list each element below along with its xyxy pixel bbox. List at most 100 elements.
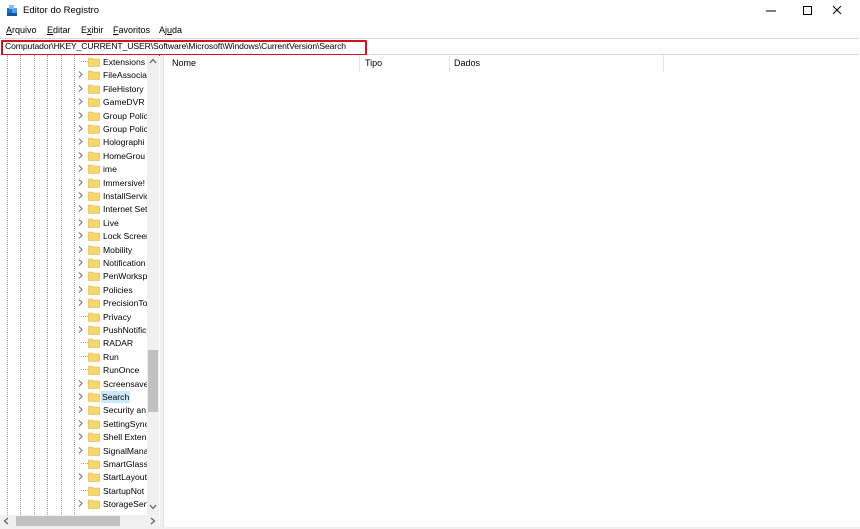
tree-item[interactable]: RunOnce xyxy=(0,363,148,376)
chevron-right-icon[interactable] xyxy=(77,124,84,133)
tree-item[interactable]: Search xyxy=(0,390,148,403)
column-separator[interactable] xyxy=(663,55,664,72)
chevron-right-icon[interactable] xyxy=(77,164,84,173)
tree-horizontal-scrollbar[interactable] xyxy=(0,515,159,527)
chevron-right-icon[interactable] xyxy=(77,258,84,267)
folder-icon xyxy=(88,191,100,201)
chevron-right-icon[interactable] xyxy=(77,446,84,455)
folder-icon xyxy=(88,151,100,161)
tree-item[interactable]: Run xyxy=(0,350,148,363)
tree-item[interactable]: Extensions xyxy=(0,55,148,68)
chevron-right-icon[interactable] xyxy=(77,325,84,334)
tree-item[interactable]: Shell Exten xyxy=(0,430,148,443)
chevron-right-icon[interactable] xyxy=(77,178,84,187)
tree-item[interactable]: GameDVR xyxy=(0,95,148,108)
tree-item[interactable]: Immersive! xyxy=(0,176,148,189)
tree-item[interactable]: SmartGlass xyxy=(0,457,148,470)
scroll-up-icon[interactable] xyxy=(149,58,157,64)
tree-item[interactable]: Privacy xyxy=(0,310,148,323)
values-pane[interactable]: Nome Tipo Dados xyxy=(163,55,860,527)
column-separator[interactable] xyxy=(449,55,450,72)
tree-item[interactable]: Policies xyxy=(0,283,148,296)
tree-vertical-scrollbar[interactable] xyxy=(147,55,159,515)
tree-item[interactable]: Notification xyxy=(0,256,148,269)
tree-item[interactable]: InstallServic xyxy=(0,189,148,202)
tree-connector xyxy=(81,355,88,357)
scroll-right-icon[interactable] xyxy=(150,517,156,525)
chevron-right-icon[interactable] xyxy=(77,204,84,213)
chevron-right-icon[interactable] xyxy=(77,472,84,481)
chevron-right-icon[interactable] xyxy=(77,499,84,508)
tree-item[interactable]: SignalMana xyxy=(0,444,148,457)
chevron-right-icon[interactable] xyxy=(77,111,84,120)
chevron-right-icon[interactable] xyxy=(77,137,84,146)
tree-item-label: GameDVR xyxy=(103,97,145,108)
chevron-right-icon[interactable] xyxy=(77,84,84,93)
menu-editar[interactable]: Editar xyxy=(47,25,71,35)
menu-bar: Arquivo Editar Exibir Favoritos Ajuda xyxy=(0,22,860,38)
chevron-right-icon[interactable] xyxy=(77,191,84,200)
tree-item[interactable]: FileAssocia xyxy=(0,68,148,81)
tree-item[interactable]: Lock Screer xyxy=(0,229,148,242)
horizontal-scroll-thumb[interactable] xyxy=(16,516,120,526)
scroll-left-icon[interactable] xyxy=(3,517,9,525)
tree-item[interactable]: Security an xyxy=(0,403,148,416)
tree-connector xyxy=(81,463,88,464)
tree-item[interactable]: Screensave xyxy=(0,377,148,390)
chevron-right-icon[interactable] xyxy=(77,379,84,388)
registry-tree[interactable]: Extensions FileAssocia FileHistory GameDVR G… xyxy=(0,55,159,515)
tree-item[interactable]: Mobility xyxy=(0,243,148,256)
chevron-right-icon[interactable] xyxy=(77,285,84,294)
tree-item-label: ime xyxy=(103,164,117,175)
chevron-right-icon[interactable] xyxy=(77,218,84,227)
tree-item[interactable]: RADAR xyxy=(0,336,148,349)
column-header-data[interactable]: Dados xyxy=(454,55,480,72)
menu-ajuda[interactable]: Ajuda xyxy=(159,25,182,35)
tree-item[interactable]: ime xyxy=(0,162,148,175)
chevron-right-icon[interactable] xyxy=(77,70,84,79)
chevron-right-icon[interactable] xyxy=(77,419,84,428)
chevron-right-icon[interactable] xyxy=(77,245,84,254)
tree-item[interactable]: PushNotific xyxy=(0,323,148,336)
menu-arquivo[interactable]: Arquivo xyxy=(6,25,37,35)
tree-item[interactable]: Group Polic xyxy=(0,122,148,135)
tree-item[interactable]: Live xyxy=(0,216,148,229)
tree-item-label: Extensions xyxy=(103,57,146,67)
column-header-type[interactable]: Tipo xyxy=(365,55,382,72)
folder-icon xyxy=(88,245,100,255)
tree-item-label: SettingSync xyxy=(103,418,147,429)
chevron-right-icon[interactable] xyxy=(77,432,84,441)
tree-item[interactable]: StartupNot xyxy=(0,484,148,497)
chevron-right-icon[interactable] xyxy=(77,151,84,160)
tree-item[interactable]: SettingSync xyxy=(0,417,148,430)
tree-item[interactable]: StorageSen xyxy=(0,497,148,510)
tree-item[interactable]: Holographi xyxy=(0,135,148,148)
folder-icon xyxy=(88,432,100,442)
column-separator[interactable] xyxy=(359,55,360,72)
tree-item[interactable]: HomeGrou xyxy=(0,149,148,162)
close-button[interactable] xyxy=(814,0,860,22)
tree-item[interactable]: PenWorksp xyxy=(0,269,148,282)
chevron-right-icon[interactable] xyxy=(77,231,84,240)
tree-item[interactable]: FileHistory xyxy=(0,82,148,95)
tree-item[interactable]: StartLayout xyxy=(0,470,148,483)
folder-icon xyxy=(88,218,100,228)
tree-connector xyxy=(81,342,88,344)
address-bar[interactable]: Computador\HKEY_CURRENT_USER\Software\Mi… xyxy=(0,38,859,56)
column-header-name[interactable]: Nome xyxy=(172,55,196,72)
menu-exibir[interactable]: Exibir xyxy=(81,25,104,35)
chevron-right-icon[interactable] xyxy=(77,271,84,280)
chevron-right-icon[interactable] xyxy=(77,298,84,307)
scroll-down-icon[interactable] xyxy=(149,504,157,510)
chevron-right-icon[interactable] xyxy=(77,405,84,414)
tree-item[interactable]: Group Polic xyxy=(0,109,148,122)
menu-favoritos[interactable]: Favoritos xyxy=(113,25,150,35)
chevron-right-icon[interactable] xyxy=(77,97,84,106)
chevron-right-icon[interactable] xyxy=(77,392,84,401)
tree-item[interactable]: Internet Set xyxy=(0,202,148,215)
vertical-scroll-thumb[interactable] xyxy=(148,350,158,412)
tree-item-label: SmartGlass xyxy=(103,459,147,469)
address-path[interactable]: Computador\HKEY_CURRENT_USER\Software\Mi… xyxy=(5,41,346,51)
tree-item[interactable]: PrecisionTo xyxy=(0,296,148,309)
tree-item-label: StartupNot xyxy=(103,485,145,496)
